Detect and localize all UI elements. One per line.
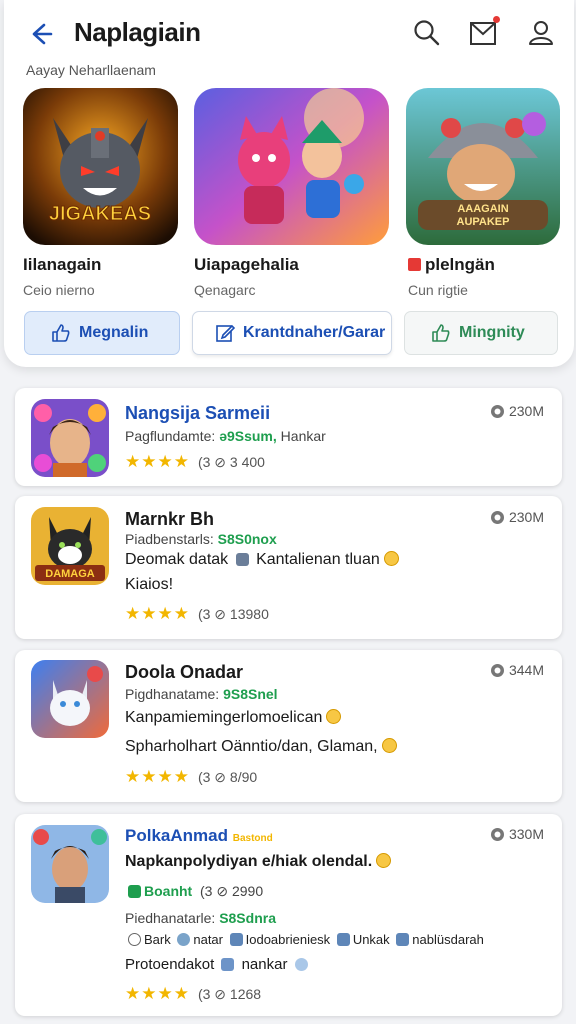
featured-app-1-art: JIGAKEAS — [23, 88, 178, 245]
featured-app-2-sub: Qenagarc — [194, 282, 256, 298]
thumbs-up-icon — [432, 324, 450, 342]
action-button-1-label: Megnalin — [79, 324, 149, 341]
item-rating: ★★★★ (3 ⊘ 1268 — [125, 984, 262, 1003]
star-icons: ★★★★ — [125, 452, 190, 471]
item-rating: ★★★★ (3 ⊘ 13980 — [125, 604, 269, 623]
emoji-icon — [381, 738, 397, 753]
svg-text:AUPAKEP: AUPAKEP — [457, 216, 510, 228]
star-icons: ★★★★ — [125, 767, 190, 786]
item-description-2: Protoendakot nankar — [125, 956, 311, 973]
featured-app-2-art — [194, 88, 389, 245]
item-size: 344M — [490, 662, 544, 678]
thumbs-up-icon — [52, 324, 70, 342]
item-size: 230M — [490, 403, 544, 419]
list-item[interactable]: PolkaAnmad Bastond 330M Napkanpolydiyan … — [15, 814, 562, 1016]
app-thumbnail — [31, 825, 109, 903]
back-arrow-icon[interactable] — [26, 20, 54, 48]
tag-icon — [396, 933, 410, 946]
item-meta: Piadbenstarls: S8S0nox — [125, 531, 277, 547]
item-description-2: Spharholhart Oänntio/dan, Glaman, — [125, 738, 397, 756]
action-button-1[interactable]: Megnalin — [24, 311, 180, 355]
red-flag-icon — [408, 258, 421, 271]
action-button-2-label: Krantdnaher/Garar — [243, 324, 386, 341]
app-header: Naplagiain — [4, 0, 574, 66]
mail-icon — [470, 22, 496, 45]
app-thumbnail — [31, 660, 109, 738]
item-size: 230M — [490, 509, 544, 525]
svg-text:AAAGAIN: AAAGAIN — [457, 203, 508, 215]
item-tags: Bark natar Iodoabrieniesk Unkak nablüsda… — [125, 932, 484, 947]
app-thumbnail — [31, 399, 109, 477]
item-rating: ★★★★ (3 ⊘ 8/90 — [125, 767, 258, 786]
list-item[interactable]: Doola Onadar 344M Pigdhanatame: 9S8Snel … — [15, 650, 562, 802]
featured-app-3[interactable]: AAAGAIN AUPAKEP — [406, 88, 560, 245]
tag-icon — [229, 933, 243, 946]
notification-dot — [493, 16, 500, 23]
item-meta: Pigdhanatame: 9S8Snel — [125, 686, 278, 702]
tag-icon — [177, 933, 191, 946]
item-headline: Napkanpolydiyan e/hiak olendal. — [125, 853, 392, 871]
action-button-3[interactable]: Mingnity — [404, 311, 558, 355]
item-meta: Pagflundamte: ə9Ssum, Hankar — [125, 428, 326, 444]
featured-app-1-sub: Ceio nierno — [23, 282, 95, 298]
item-description: Deomak datak Kantalienan tluan — [125, 551, 399, 569]
featured-app-3-sub: Cun rigtie — [408, 282, 468, 298]
list-item[interactable]: DAMAGA Marnkr Bh 230M Piadbenstarls: S8S… — [15, 496, 562, 639]
featured-panel: Naplagiain Aayay Neharllaenam JIGAKEAS I… — [4, 0, 574, 367]
svg-text:DAMAGA: DAMAGA — [45, 568, 95, 580]
tag-icon — [221, 958, 235, 971]
download-icon — [490, 827, 504, 841]
emoji-icon — [326, 709, 342, 724]
item-title: PolkaAnmad Bastond — [125, 826, 273, 845]
download-icon — [490, 663, 504, 677]
star-icons: ★★★★ — [125, 604, 190, 623]
user-icon[interactable] — [526, 18, 556, 48]
list-item[interactable]: Nangsija Sarmeii 230M Pagflundamte: ə9Ss… — [15, 388, 562, 486]
emoji-icon — [383, 551, 399, 566]
edit-icon — [216, 324, 235, 342]
featured-app-1[interactable]: JIGAKEAS — [23, 88, 178, 245]
item-description-2: Kiaios! — [125, 576, 174, 593]
page-subtitle: Aayay Neharllaenam — [26, 62, 156, 78]
featured-app-3-art: AAAGAIN AUPAKEP — [406, 88, 560, 245]
app-thumbnail: DAMAGA — [31, 507, 109, 585]
featured-app-3-name: plelngän — [408, 255, 495, 275]
featured-app-1-name: Iilanagain — [23, 255, 102, 274]
item-description: Kanpamiemingerlomoelican — [125, 709, 342, 727]
action-button-3-label: Mingnity — [459, 324, 525, 341]
item-rating: ★★★★ (3 ⊘ 3 400 — [125, 452, 265, 471]
badge-icon — [128, 885, 141, 898]
inbox-button[interactable] — [468, 16, 500, 48]
search-icon[interactable] — [412, 18, 442, 48]
download-icon — [490, 404, 504, 418]
tag-icon — [336, 933, 350, 946]
item-meta: Piedhanatarle: S8Sdnra — [125, 910, 276, 926]
action-button-2[interactable]: Krantdnaher/Garar — [192, 311, 392, 355]
item-title: Marnkr Bh — [125, 509, 215, 529]
item-badge-row: Boanht (3 ⊘ 2990 — [125, 883, 263, 900]
item-title: Doola Onadar — [125, 662, 244, 682]
page-title: Naplagiain — [74, 17, 201, 47]
emoji-icon — [376, 853, 392, 868]
download-icon — [490, 510, 504, 524]
tag-icon — [294, 958, 308, 971]
featured-app-2[interactable] — [194, 88, 389, 245]
svg-text:JIGAKEAS: JIGAKEAS — [49, 203, 151, 225]
star-icons: ★★★★ — [125, 984, 190, 1003]
item-title: Nangsija Sarmeii — [125, 403, 271, 423]
tag-icon — [128, 933, 141, 946]
tag-icon — [235, 553, 249, 566]
featured-app-2-name: Uiapagehalia — [194, 255, 299, 274]
item-size: 330M — [490, 826, 544, 842]
